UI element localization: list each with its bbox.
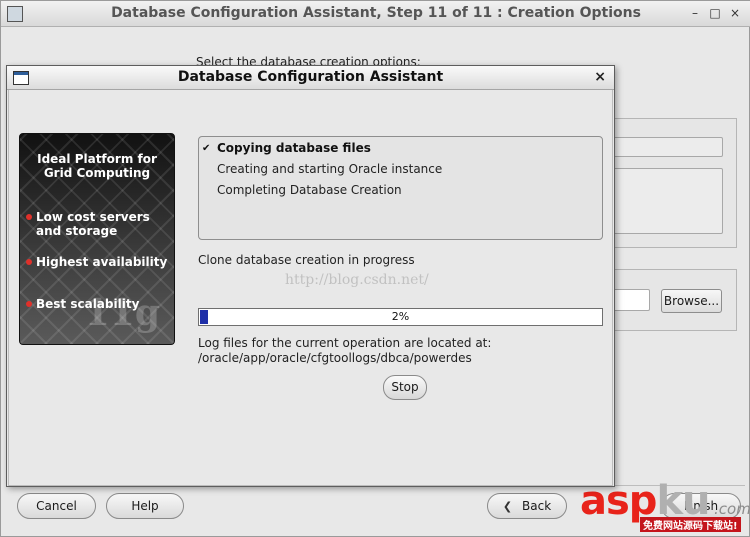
- minimize-icon[interactable]: –: [687, 6, 703, 20]
- current-step-arrow-icon: ✔: [202, 143, 211, 154]
- progress-percent: 2%: [391, 310, 410, 323]
- log-location-path: /oracle/app/oracle/cfgtoollogs/dbca/powe…: [198, 351, 472, 365]
- location-input[interactable]: [613, 289, 650, 311]
- background-titlebar: Database Configuration Assistant, Step 1…: [1, 1, 750, 27]
- dialog-title: Database Configuration Assistant: [177, 69, 444, 85]
- log-location-label: Log files for the current operation are …: [198, 336, 492, 350]
- dialog-titlebar: Database Configuration Assistant ×: [7, 66, 614, 90]
- step-item: ✔ Copying database files: [202, 141, 371, 155]
- step-item: Creating and starting Oracle instance: [217, 162, 443, 176]
- maximize-icon[interactable]: □: [707, 6, 723, 20]
- chevron-left-icon: ❮: [502, 500, 513, 513]
- status-text: Clone database creation in progress: [198, 253, 415, 267]
- option-area[interactable]: [613, 168, 723, 234]
- cancel-button[interactable]: Cancel: [17, 493, 96, 519]
- promo-title: Ideal Platform for Grid Computing: [37, 152, 157, 180]
- promo-item-availability: Highest availability: [26, 255, 167, 269]
- bullet-icon: [26, 259, 32, 265]
- back-button[interactable]: ❮ Back: [487, 493, 567, 519]
- aspku-watermark-tagline: 免费网站源码下载站!: [640, 517, 741, 532]
- blog-url-overlay: http://blog.csdn.net/: [285, 272, 429, 288]
- help-button[interactable]: Help: [106, 493, 184, 519]
- close-icon[interactable]: ×: [727, 6, 743, 20]
- promo-item-low-cost: Low cost servers and storage: [26, 210, 150, 238]
- stop-button[interactable]: Stop: [383, 375, 427, 400]
- step-list: ✔ Copying database files Creating and st…: [198, 136, 603, 240]
- progress-dialog: Database Configuration Assistant × Ideal…: [6, 65, 615, 487]
- background-window-title: Database Configuration Assistant, Step 1…: [111, 5, 641, 21]
- browse-button[interactable]: Browse...: [661, 289, 722, 313]
- oracle-11g-logo: 11g: [84, 292, 160, 334]
- bullet-icon: [26, 301, 32, 307]
- progress-bar: 2%: [198, 308, 603, 326]
- step-item: Completing Database Creation: [217, 183, 402, 197]
- back-button-label: Back: [522, 499, 552, 513]
- dialog-close-icon[interactable]: ×: [594, 69, 606, 85]
- oracle-promo-image: Ideal Platform for Grid Computing Low co…: [19, 133, 175, 345]
- option-field[interactable]: [613, 137, 723, 157]
- bullet-icon: [26, 214, 32, 220]
- aspku-watermark-suffix: .com: [714, 500, 750, 518]
